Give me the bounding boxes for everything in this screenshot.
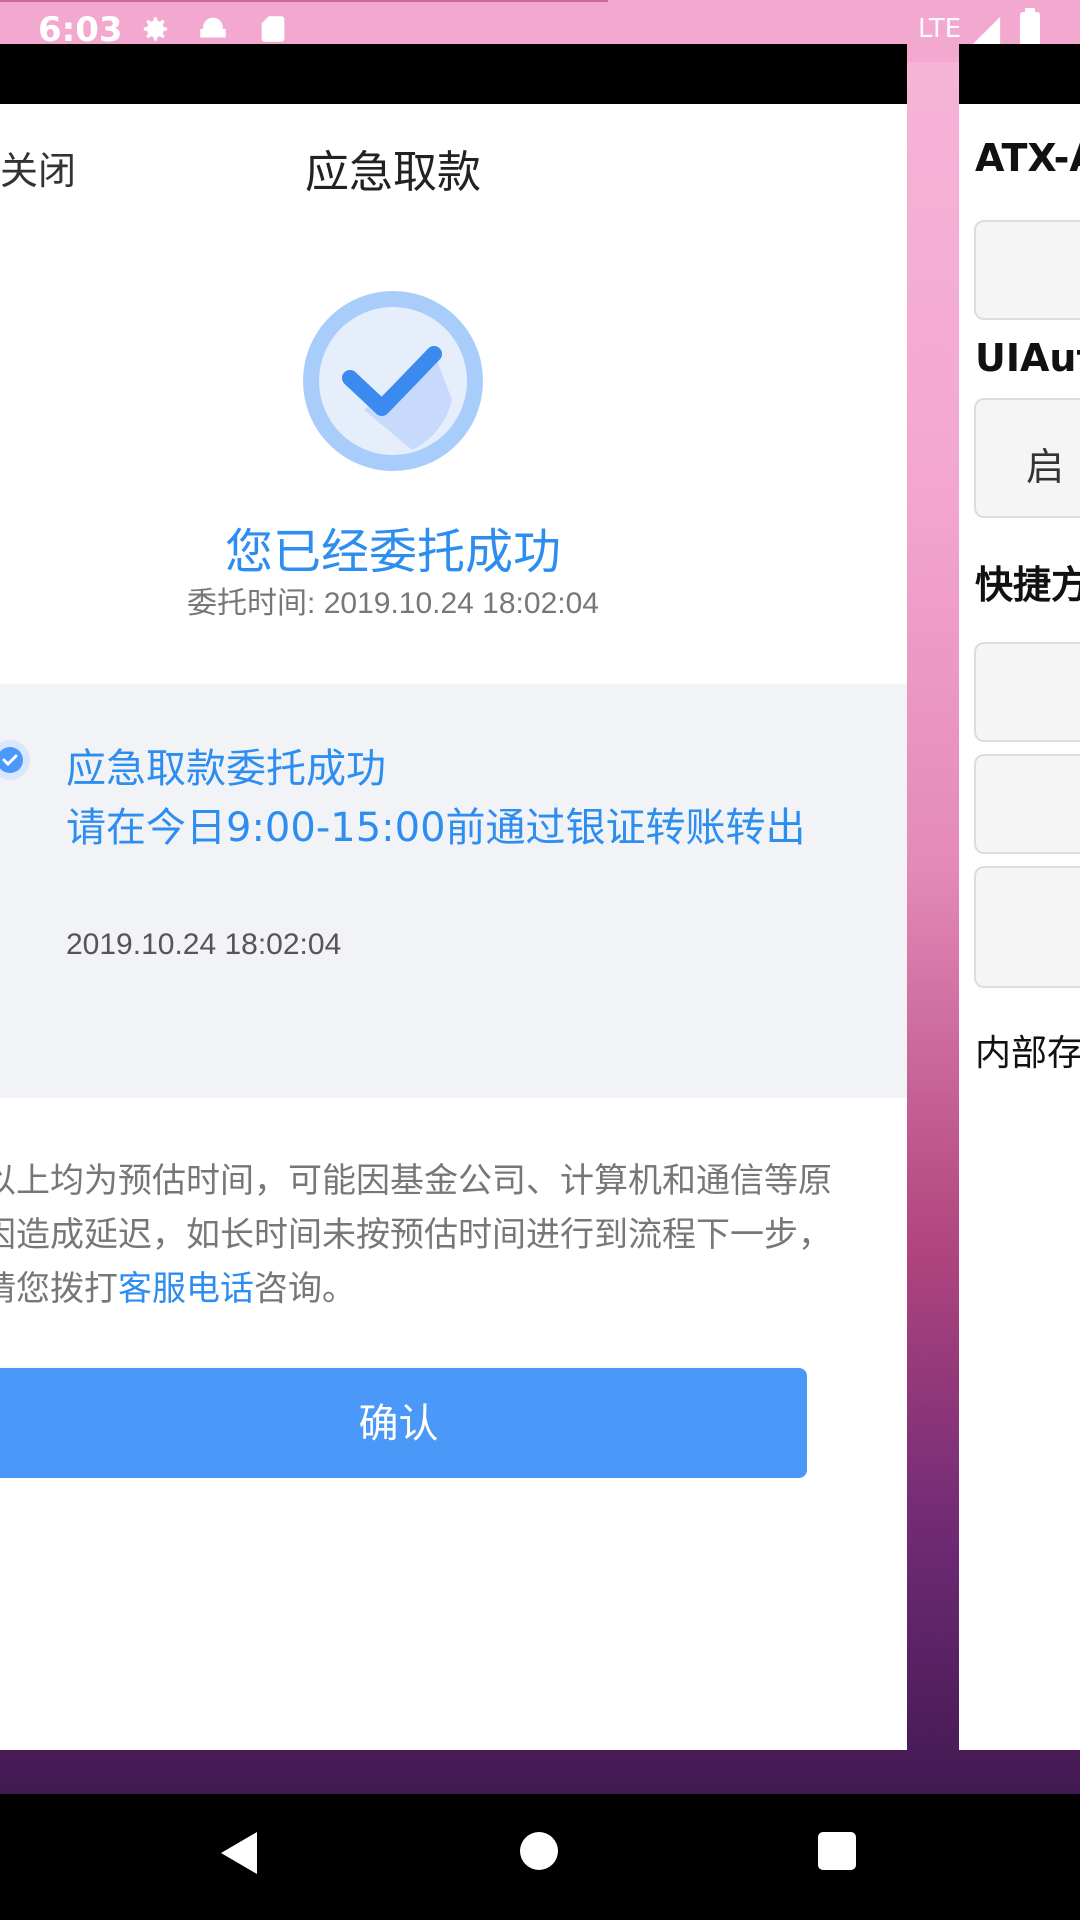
background-app-storage-label: 内部存 <box>975 1033 1080 1074</box>
network-type: LTE <box>918 14 962 44</box>
step-title: 应急取款委托成功 <box>66 746 386 792</box>
settings-icon <box>143 17 168 41</box>
background-app-title: ATX-A <box>975 136 1080 180</box>
background-app-shortcut-1[interactable] <box>974 642 1080 742</box>
recent-apps-icon[interactable] <box>818 1832 856 1870</box>
step-description: 请在今日9:00-15:00前通过银证转账转出 <box>66 805 806 851</box>
window-titlebar <box>0 44 907 104</box>
success-check-icon <box>303 291 483 471</box>
signal-icon <box>971 16 1001 46</box>
background-app-section-uiauto: UIAuto <box>975 336 1080 380</box>
app-bar: 关闭 应急取款 <box>0 104 907 204</box>
home-icon[interactable] <box>520 1832 558 1870</box>
battery-icon <box>1020 8 1040 48</box>
confirm-button[interactable]: 确认 <box>0 1368 807 1478</box>
navigation-bar <box>0 1794 1080 1920</box>
close-button[interactable]: 关闭 <box>0 140 76 195</box>
status-progress <box>0 0 608 2</box>
background-app-button-1[interactable] <box>974 220 1080 320</box>
step-time: 2019.10.24 18:02:04 <box>66 928 342 961</box>
page-title: 应急取款 <box>305 147 481 198</box>
notice-text-part2: 咨询。 <box>254 1269 356 1309</box>
status-panel: 应急取款委托成功 请在今日9:00-15:00前通过银证转账转出 2019.10… <box>0 684 907 1098</box>
sd-card-icon <box>261 16 285 42</box>
background-app-titlebar <box>959 44 1080 104</box>
background-app-shortcut-3[interactable] <box>974 866 1080 988</box>
background-app-shortcut-2[interactable] <box>974 754 1080 854</box>
back-icon[interactable] <box>217 1828 261 1878</box>
background-app-window[interactable]: ATX-A UIAuto 启 快捷方 内部存 <box>959 44 1080 1750</box>
customer-service-phone-link[interactable]: 客服电话 <box>118 1269 254 1309</box>
android-icon <box>200 17 226 38</box>
background-app-start-button[interactable]: 启 <box>974 398 1080 518</box>
step-check-icon <box>0 740 30 780</box>
success-time: 委托时间: 2019.10.24 18:02:04 <box>187 587 599 620</box>
notice-text: 以上均为预估时间，可能因基金公司、计算机和通信等原因造成延迟，如长时间未按预估时… <box>0 1154 862 1316</box>
background-app-section-shortcuts: 快捷方 <box>975 563 1080 607</box>
main-window: 关闭 应急取款 您已经委托成功 委托时间: 2019.10.24 18:02:0… <box>0 44 907 1750</box>
success-title: 您已经委托成功 <box>224 524 561 580</box>
